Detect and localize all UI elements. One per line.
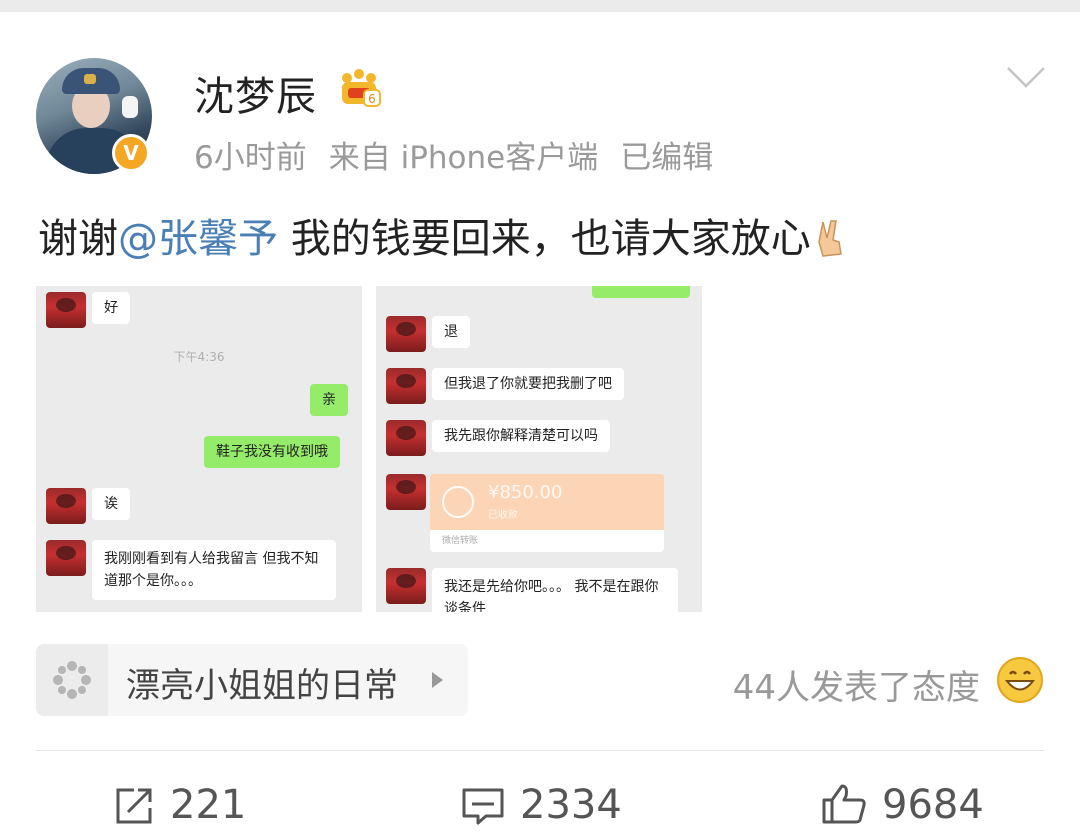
chat-message-cut: [592, 286, 690, 298]
post-source: 来自 iPhone客户端: [328, 140, 599, 176]
chat-message: 诶: [92, 488, 130, 520]
transfer-amount: ¥850.00: [488, 482, 563, 503]
transfer-note: 已收款: [488, 510, 518, 521]
chat-avatar: [46, 540, 86, 576]
chat-avatar: [386, 316, 426, 352]
chat-message: 但我退了你就要把我删了吧: [432, 368, 624, 400]
chat-message: 我先跟你解释清楚可以吗: [432, 420, 610, 452]
chat-message: 鞋子我没有收到哦: [204, 436, 340, 468]
topic-icon-box: [36, 644, 108, 716]
grin-emoji[interactable]: [996, 656, 1044, 704]
chat-avatar: [386, 568, 426, 604]
username[interactable]: 沈梦辰: [194, 64, 317, 122]
chat-message: 退: [432, 316, 470, 348]
like-count: 9684: [882, 782, 984, 828]
edited-label: 已编辑: [620, 140, 714, 176]
chevron-down-icon[interactable]: [1006, 66, 1046, 90]
topic-label: 漂亮小姐姐的日常: [126, 666, 398, 706]
like-icon: [822, 784, 866, 824]
share-count: 221: [170, 782, 247, 828]
chat-avatar: [46, 292, 86, 328]
like-button[interactable]: 9684: [820, 782, 984, 828]
chat-screenshot-right[interactable]: 退 但我退了你就要把我删了吧 我先跟你解释清楚可以吗 ¥850.00 已收款 微…: [376, 286, 702, 612]
post-text-prefix: 谢谢: [38, 216, 118, 262]
reactions-summary[interactable]: 44人发表了态度: [733, 660, 980, 709]
chat-screenshot-left[interactable]: 好 下午4:36 亲 鞋子我没有收到哦 诶 我刚刚看到有人给我留言 但我不知道那…: [36, 286, 362, 612]
chat-avatar: [386, 474, 426, 510]
share-button[interactable]: 221: [112, 782, 246, 828]
share-icon: [116, 788, 152, 824]
post-text-suffix: 我的钱要回来，也请大家放心: [278, 216, 811, 262]
post-meta: 6小时前 来自 iPhone客户端 已编辑: [194, 132, 735, 177]
transfer-footer: 微信转账: [430, 530, 664, 552]
comment-button[interactable]: 2334: [460, 782, 622, 828]
chat-message: 我刚刚看到有人给我留言 但我不知道那个是你。。。: [92, 540, 336, 600]
verified-badge-icon: V: [112, 134, 150, 172]
svg-text:6: 6: [368, 92, 376, 106]
comment-icon: [462, 788, 504, 825]
topic-icon: [53, 661, 91, 699]
chat-avatar: [46, 488, 86, 524]
chat-message: 我还是先给你吧。。。 我不是在跟你谈条件: [432, 568, 678, 612]
chat-message: 好: [92, 292, 130, 324]
chat-message: 亲: [310, 384, 348, 416]
post-time: 6小时前: [194, 140, 307, 176]
mention-link[interactable]: @张馨予: [118, 216, 278, 262]
top-bar: [0, 0, 1080, 12]
victory-hand-emoji: [817, 220, 842, 257]
crown-level-icon[interactable]: 6: [338, 68, 382, 108]
chat-avatar: [386, 368, 426, 404]
divider: [36, 750, 1044, 751]
chat-time: 下午4:36: [173, 350, 225, 364]
post-text: 谢谢@张馨予 我的钱要回来，也请大家放心: [38, 206, 851, 264]
play-arrow-icon: [432, 672, 443, 688]
transfer-card: ¥850.00 已收款: [430, 474, 664, 530]
chat-avatar: [386, 420, 426, 456]
check-circle-icon: [442, 486, 474, 518]
comment-count: 2334: [520, 782, 622, 828]
topic-chip[interactable]: 漂亮小姐姐的日常: [36, 644, 468, 716]
